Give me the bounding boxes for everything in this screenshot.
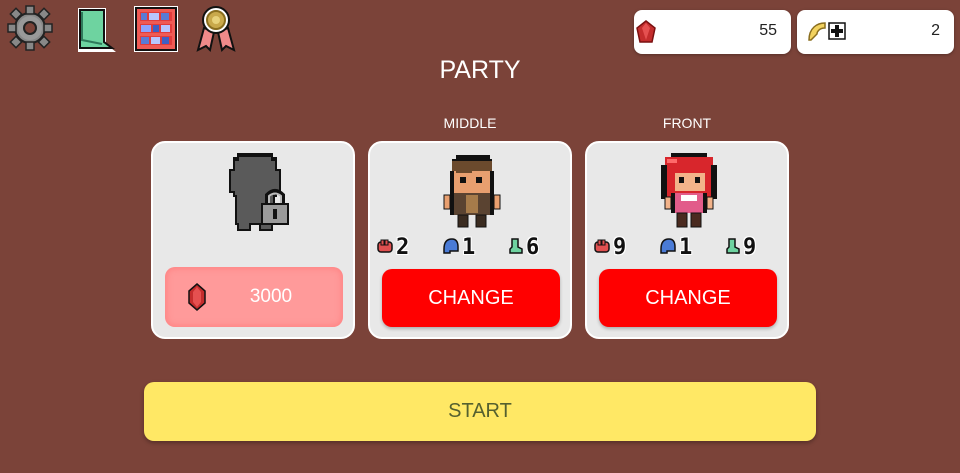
brown-haired-warrior-icon [443,155,501,228]
speed-value: 6 [526,235,540,260]
page-title: PARTY [439,56,521,84]
slot-label-middle: MIDDLE [443,115,497,131]
attack-value: 9 [613,235,627,260]
boost-count: 2 [931,22,940,39]
blue-helmet-icon [443,238,459,254]
defense-value: 1 [462,235,476,260]
stats-row: 2 1 6 [370,235,570,261]
attack-value: 2 [396,235,410,260]
fist-icon [594,239,610,253]
red-gem-icon [636,20,656,43]
speed-value: 9 [743,235,757,260]
stats-row: 9 1 9 [587,235,787,261]
locked-slot-card: 3000 [151,141,355,339]
slot-label-front: FRONT [662,115,712,131]
defense-value: 1 [679,235,693,260]
bookshelf-icon[interactable] [132,4,180,52]
change-front-button[interactable]: CHANGE [599,269,777,327]
boost-counter: 2 [797,10,954,54]
gem-counter: 55 [634,10,791,54]
green-boot-icon [726,238,740,254]
front-slot-card: 9 1 9 CHANGE [585,141,789,339]
fist-icon [377,239,393,253]
red-gem-icon [188,283,206,311]
medal-icon[interactable] [192,4,240,52]
unlock-cost: 3000 [249,286,293,307]
middle-slot-card: 2 1 6 CHANGE [368,141,572,339]
change-middle-button[interactable]: CHANGE [382,269,560,327]
red-haired-girl-icon [661,153,717,228]
book-icon[interactable] [72,4,120,52]
settings-gear-icon[interactable] [6,4,54,52]
green-boot-icon [509,238,523,254]
start-button[interactable]: START [144,382,816,441]
unlock-slot-button[interactable]: 3000 [165,267,343,327]
gem-count: 55 [759,22,777,39]
blue-helmet-icon [660,238,676,254]
wing-plus-icon [808,22,846,41]
locked-character-silhouette-icon [229,153,289,231]
